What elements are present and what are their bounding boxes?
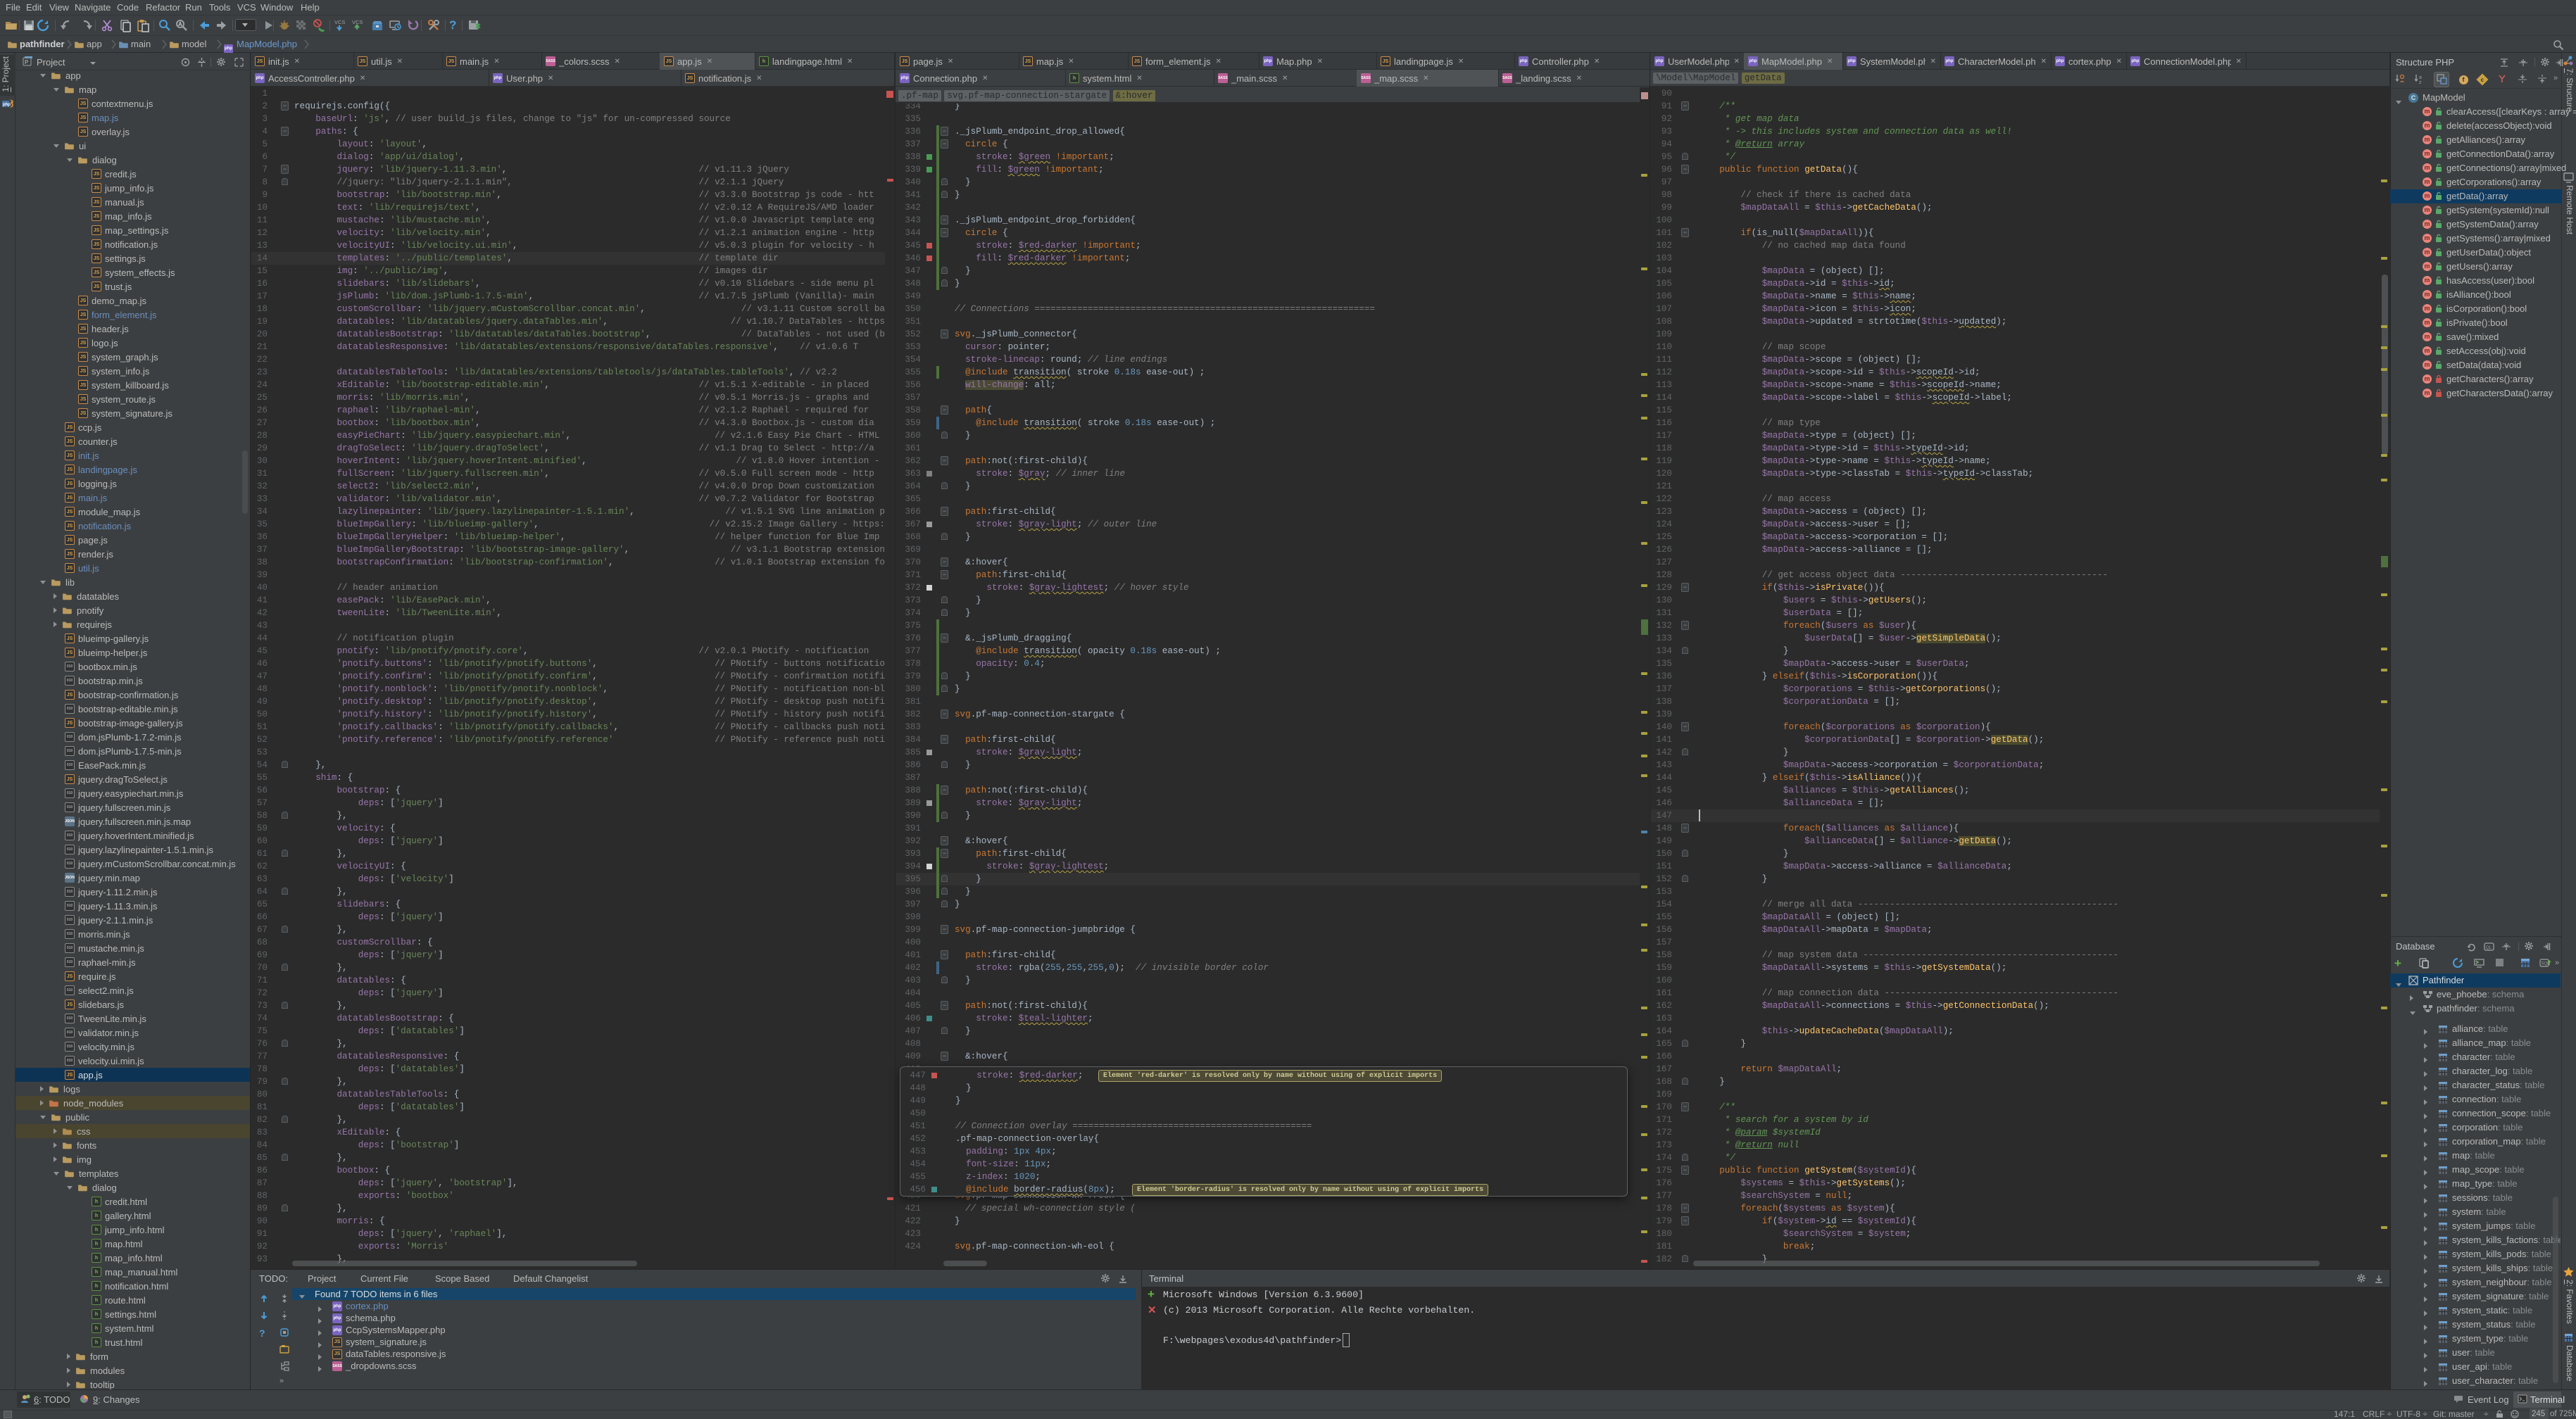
svg-text:A: A <box>178 21 182 27</box>
svg-text:P: P <box>25 59 29 65</box>
svg-text:a: a <box>2419 75 2422 80</box>
svg-text:php: php <box>3 103 11 107</box>
svg-text:z: z <box>2419 80 2422 84</box>
svg-text:VCS: VCS <box>334 19 345 25</box>
svg-text:QL: QL <box>2486 946 2492 950</box>
svg-text:VCS: VCS <box>352 19 363 25</box>
